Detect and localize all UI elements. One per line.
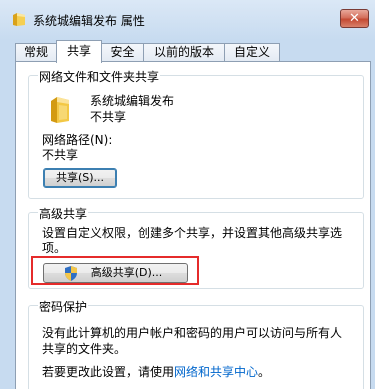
group-title: 高级共享 (38, 205, 89, 222)
button-label: 高级共享(D)... (90, 266, 163, 279)
password-protection-text: 没有此计算机的用户帐户和密码的用户可以访问与所有人 (42, 326, 343, 340)
network-sharing-center-link[interactable]: 网络和共享中心 (174, 365, 258, 379)
password-protection-text-cont: 共享的文件夹。 (42, 342, 127, 356)
folder-icon (51, 97, 69, 123)
tab-sharing[interactable]: 共享 (56, 40, 102, 63)
group-title: 网络文件和文件夹共享 (38, 68, 161, 85)
change-setting-prefix: 若要更改此设置，请使用 (42, 365, 175, 379)
advanced-sharing-button[interactable]: 高级共享(D)... (43, 263, 188, 283)
advanced-sharing-description: 设置自定义权限，创建多个共享，并设置其他高级共享选 (42, 226, 343, 240)
group-title: 密码保护 (38, 298, 89, 315)
network-sharing-group: 网络文件和文件夹共享 系统城编辑发布 不共享 网络路径(N): 不共享 共享(S… (28, 68, 364, 199)
password-protection-group: 密码保护 没有此计算机的用户帐户和密码的用户可以访问与所有人 共享的文件夹。 若… (28, 298, 364, 389)
tab-label: 以前的版本 (153, 45, 214, 59)
network-path-value: 不共享 (42, 148, 79, 162)
change-setting-text: 若要更改此设置，请使用网络和共享中心。 (42, 363, 270, 380)
close-icon: ✕ (349, 11, 360, 26)
tab-label: 安全 (110, 45, 135, 59)
folder-name: 系统城编辑发布 (90, 94, 175, 108)
advanced-sharing-description-cont: 项。 (42, 241, 67, 255)
share-button[interactable]: 共享(S)... (43, 168, 117, 188)
window-title: 系统城编辑发布 属性 (33, 14, 145, 28)
tab-label: 共享 (66, 44, 91, 58)
tab-label: 常规 (23, 45, 48, 59)
share-state: 不共享 (90, 110, 127, 124)
tab-security[interactable]: 安全 (101, 43, 144, 62)
tab-customize[interactable]: 自定义 (224, 43, 280, 62)
properties-dialog: 系统城编辑发布 属性 ✕ 常规 共享 安全 以前的版本 自定义 网络文件和文件夹… (0, 0, 375, 389)
sharing-panel: 网络文件和文件夹共享 系统城编辑发布 不共享 网络路径(N): 不共享 共享(S… (15, 61, 371, 389)
advanced-sharing-group: 高级共享 设置自定义权限，创建多个共享，并设置其他高级共享选 项。 高级共享(D… (28, 205, 364, 289)
tab-previous-versions[interactable]: 以前的版本 (143, 43, 225, 62)
folder-icon (13, 13, 25, 26)
close-button[interactable]: ✕ (340, 9, 369, 28)
shield-icon (65, 266, 77, 281)
tab-general[interactable]: 常规 (15, 43, 57, 62)
change-setting-suffix: 。 (258, 365, 271, 379)
title-bar[interactable]: 系统城编辑发布 属性 ✕ (0, 0, 375, 38)
tab-label: 自定义 (233, 45, 270, 59)
button-label: 共享(S)... (55, 171, 105, 184)
